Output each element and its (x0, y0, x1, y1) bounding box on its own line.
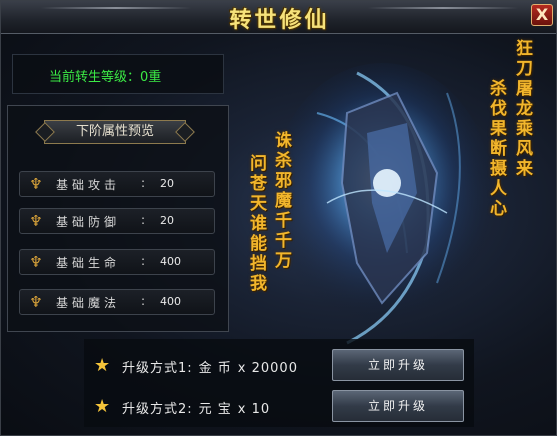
stat-row-defense: ♆ 基础防御 : 20 (19, 208, 215, 234)
sword-artwork (287, 63, 492, 345)
upgrade-options: ★ 升级方式1: 金 币 x 20000 立即升级 ★ 升级方式2: 元 宝 x 10 … (84, 339, 474, 427)
upgrade-amount: x 10 (237, 402, 271, 417)
poem-line-3: 诛杀邪魔千千万 (271, 131, 291, 271)
stat-value: 400 (160, 255, 181, 268)
upgrade-option-ingot: ★ 升级方式2: 元 宝 x 10 立即升级 (84, 390, 474, 426)
upgrade-gold-button[interactable]: 立即升级 (332, 349, 464, 381)
trident-emblem-icon: ♆ (29, 175, 43, 193)
stat-row-hp: ♆ 基础生命 : 400 (19, 249, 215, 275)
stat-label: 基础攻击 (56, 178, 121, 192)
next-stage-preview-panel: 下阶属性预览 ♆ 基础攻击 : 20 ♆ 基础防御 : 20 ♆ 基础生命 : … (7, 105, 229, 332)
poem-line-1: 狂刀屠龙乘风来 (512, 39, 532, 179)
poem-line-4: 问苍天谁能挡我 (246, 154, 266, 294)
upgrade-amount: x 20000 (237, 361, 298, 376)
stat-row-mana: ♆ 基础魔法 : 400 (19, 289, 215, 315)
reincarnation-window: 转世修仙 X 当前转生等级：0重 下阶属性预览 ♆ 基础攻击 : 20 ♆ 基础… (0, 0, 557, 436)
stat-value: 20 (160, 177, 174, 190)
upgrade-method-label: 升级方式1: (122, 361, 193, 376)
upgrade-currency: 元 宝 (198, 402, 232, 417)
close-icon: X (535, 5, 549, 24)
stat-value: 400 (160, 295, 181, 308)
stat-value: 20 (160, 214, 174, 227)
panel-header: 下阶属性预览 (44, 120, 186, 144)
upgrade-method-text: 升级方式1: 金 币 x 20000 (122, 357, 304, 376)
window-title: 转世修仙 (229, 7, 330, 33)
stat-label: 基础生命 (56, 256, 121, 270)
star-icon: ★ (94, 355, 111, 376)
upgrade-method-text: 升级方式2: 元 宝 x 10 (122, 398, 276, 417)
title-bar: 转世修仙 (1, 1, 556, 34)
stat-label: 基础魔法 (56, 296, 121, 310)
upgrade-ingot-button[interactable]: 立即升级 (332, 390, 464, 422)
trident-emblem-icon: ♆ (29, 253, 43, 271)
current-rank-text: 当前转生等级：0重 (49, 70, 162, 85)
close-button[interactable]: X (531, 4, 553, 26)
current-rank-box: 当前转生等级：0重 (12, 54, 224, 94)
stat-separator: : (141, 176, 146, 190)
upgrade-method-label: 升级方式2: (122, 402, 193, 417)
star-icon: ★ (94, 396, 111, 417)
poem-line-2: 杀伐果断摄人心 (486, 79, 506, 219)
stat-separator: : (141, 213, 146, 227)
trident-emblem-icon: ♆ (29, 212, 43, 230)
trident-emblem-icon: ♆ (29, 293, 43, 311)
upgrade-currency: 金 币 (198, 361, 232, 376)
upgrade-option-gold: ★ 升级方式1: 金 币 x 20000 立即升级 (84, 349, 474, 385)
stat-separator: : (141, 254, 146, 268)
stat-label: 基础防御 (56, 215, 121, 229)
stat-row-attack: ♆ 基础攻击 : 20 (19, 171, 215, 197)
stat-separator: : (141, 294, 146, 308)
